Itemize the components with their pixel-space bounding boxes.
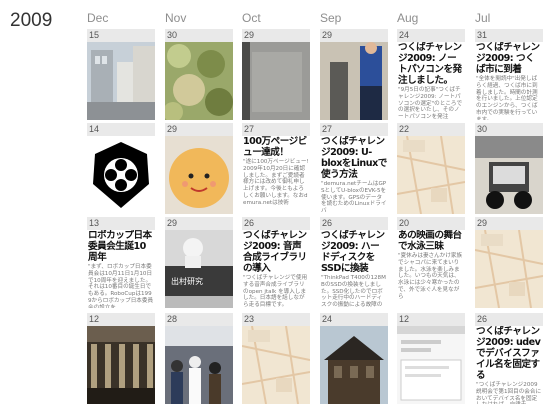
post-day-label: 26	[475, 313, 543, 326]
post-day-label: 15	[87, 29, 155, 42]
post-day-label: 26	[242, 217, 310, 230]
archive-post-card[interactable]: 31 つくばチャレンジ2009: つくば市に到着 "全体を閲読中"出発しばらく経過、…	[475, 29, 543, 120]
archive-post-card[interactable]: 26 つくばチャレンジ2009: ハードディスクをSSDに換装 "ThinkPad …	[320, 217, 388, 308]
archive-photo-card[interactable]: 28	[165, 313, 233, 404]
post-day-label: 14	[87, 123, 155, 136]
archive-photo-card[interactable]: 30	[165, 29, 233, 120]
post-day-label: 30	[165, 29, 233, 42]
archive-post-card[interactable]: 26 つくばチャレンジ2009: 音声合成ライブラリの導入 "つくばチャレンジで使用…	[242, 217, 310, 308]
post-day-label: 29	[165, 217, 233, 230]
archive-photo-card[interactable]: 12	[87, 313, 155, 404]
post-title-link[interactable]: あの映画の舞台で水泳三昧	[397, 230, 465, 252]
archive-photo-card[interactable]: 12	[397, 313, 465, 404]
old-building-photo[interactable]	[320, 326, 388, 404]
post-title-link[interactable]: ロボカップ日本委員会生誕10周年	[87, 230, 155, 263]
post-day-label: 27	[242, 123, 310, 136]
month-label-nov: Nov	[165, 11, 187, 25]
post-day-label: 24	[397, 29, 465, 42]
post-excerpt: "9月5日の記事"つくばチャレンジ2009: ノートパソコンの選定"のところでの…	[398, 87, 463, 120]
people-photo[interactable]	[320, 42, 388, 120]
archive-post-card[interactable]: 26 つくばチャレンジ2009: udevでデバイスファイル名を固定する "つくばチ…	[475, 313, 543, 404]
archive-post-card[interactable]: 13 ロボカップ日本委員会生誕10周年 "まず、ロボカップ日本委員会は10月11日1…	[87, 217, 155, 308]
robot-display-photo[interactable]: 出村研究	[165, 230, 233, 308]
post-day-label: 22	[397, 123, 465, 136]
post-excerpt: "つくばチャレンジで使用する音声合成ライブラリのopen jtalk を導入しま…	[243, 275, 308, 308]
leaves-photo[interactable]	[165, 42, 233, 120]
post-title-link[interactable]: つくばチャレンジ2009: ノートパソコンを発注しました。	[397, 42, 465, 86]
post-day-label: 29	[242, 29, 310, 42]
post-day-label: 28	[165, 313, 233, 326]
month-label-oct: Oct	[242, 11, 261, 25]
archive-post-card[interactable]: 27 つくばチャレンジ2009: U-bloxをLinuxで使う方法 "demura…	[320, 123, 388, 214]
archive-photo-card[interactable]: 14	[87, 123, 155, 214]
map-screenshot[interactable]	[475, 230, 543, 308]
svg-text:出村研究: 出村研究	[171, 276, 203, 286]
post-day-label: 12	[397, 313, 465, 326]
post-day-label: 29	[320, 29, 388, 42]
archive-photo-card[interactable]: 29	[320, 29, 388, 120]
month-label-sep: Sep	[320, 11, 342, 25]
month-label-aug: Aug	[397, 11, 419, 25]
map-screenshot[interactable]	[397, 136, 465, 214]
archive-photo-card[interactable]: 29	[475, 217, 543, 308]
post-day-label: 26	[320, 217, 388, 230]
post-day-label: 29	[165, 123, 233, 136]
archive-post-card[interactable]: 20 あの映画の舞台で水泳三昧 "夏休みは妻さんかけ家族でシャコパに来てまいりました…	[397, 217, 465, 308]
archive-photo-card[interactable]: 24	[320, 313, 388, 404]
post-day-label: 12	[87, 313, 155, 326]
post-day-label: 30	[475, 123, 543, 136]
post-title-link[interactable]: つくばチャレンジ2009: udevでデバイスファイル名を固定する	[475, 326, 543, 381]
archive-post-card[interactable]: 27 100万ページビュー達成！ "遂に100万ページビュー!2009年10月20日…	[242, 123, 310, 214]
archive-photo-card[interactable]: 23	[242, 313, 310, 404]
archive-photo-card[interactable]: 30	[475, 123, 543, 214]
doll-face-photo[interactable]	[165, 136, 233, 214]
robot-cart-photo[interactable]	[475, 136, 543, 214]
post-day-label: 20	[397, 217, 465, 230]
cityscape-photo[interactable]	[87, 42, 155, 120]
post-excerpt: "遂に100万ページビュー!2009年10月20日に確認しました。まずご愛読者様…	[243, 159, 309, 206]
post-excerpt: "demura.netチームはGPSとしてU-bloxのEVK-5を使います。G…	[321, 181, 387, 214]
post-excerpt: "ThinkPad T400の128MBのSSDの換装をしました。SSD化したの…	[321, 275, 386, 308]
post-title-link[interactable]: つくばチャレンジ2009: 音声合成ライブラリの導入	[242, 230, 310, 274]
post-excerpt: "まず、ロボカップ日本委員会は10月11日1月10日で10周年を迎えました。それ…	[88, 264, 154, 308]
post-day-label: 31	[475, 29, 543, 42]
post-excerpt: "全体を閲読中"出発しばらく経過、つくば市に到着しました。時間の計測を行いました…	[476, 76, 538, 120]
post-title-link[interactable]: つくばチャレンジ2009: U-bloxをLinuxで使う方法	[320, 136, 388, 180]
family-crest-logo[interactable]	[87, 136, 155, 214]
post-title-link[interactable]: つくばチャレンジ2009: ハードディスクをSSDに換装	[320, 230, 388, 274]
post-day-label: 29	[475, 217, 543, 230]
post-title-link[interactable]: 100万ページビュー達成！	[242, 136, 310, 158]
archive-photo-card[interactable]: 29	[165, 123, 233, 214]
archive-photo-card[interactable]: 29	[242, 29, 310, 120]
software-screenshot[interactable]	[397, 326, 465, 404]
post-excerpt: "つくばチャレンジ2009説明会で第1回目の会合においてデバイス名を固定しなけれ…	[476, 382, 542, 404]
post-day-label: 23	[242, 313, 310, 326]
year-heading: 2009	[10, 10, 53, 31]
archive-photo-card[interactable]: 15	[87, 29, 155, 120]
archive-post-card[interactable]: 24 つくばチャレンジ2009: ノートパソコンを発注しました。 "9月5日の記事"…	[397, 29, 465, 120]
post-title-link[interactable]: つくばチャレンジ2009: つくば市に到着	[475, 42, 543, 75]
month-label-jul: Jul	[475, 11, 491, 25]
post-day-label: 27	[320, 123, 388, 136]
post-excerpt: "夏休みは妻さんかけ家族でシャコパに来てまいりました。水泳を楽しみました。いつも…	[398, 253, 463, 300]
exhibition-crowd-photo[interactable]	[165, 326, 233, 404]
pavement-photo[interactable]	[242, 42, 310, 120]
map-screenshot[interactable]	[242, 326, 310, 404]
archive-photo-card[interactable]: 29 出村研究	[165, 217, 233, 308]
month-label-dec: Dec	[87, 11, 109, 25]
post-day-label: 13	[87, 217, 155, 230]
archive-photo-card[interactable]: 22	[397, 123, 465, 214]
post-day-label: 24	[320, 313, 388, 326]
hall-interior-photo[interactable]	[87, 326, 155, 404]
